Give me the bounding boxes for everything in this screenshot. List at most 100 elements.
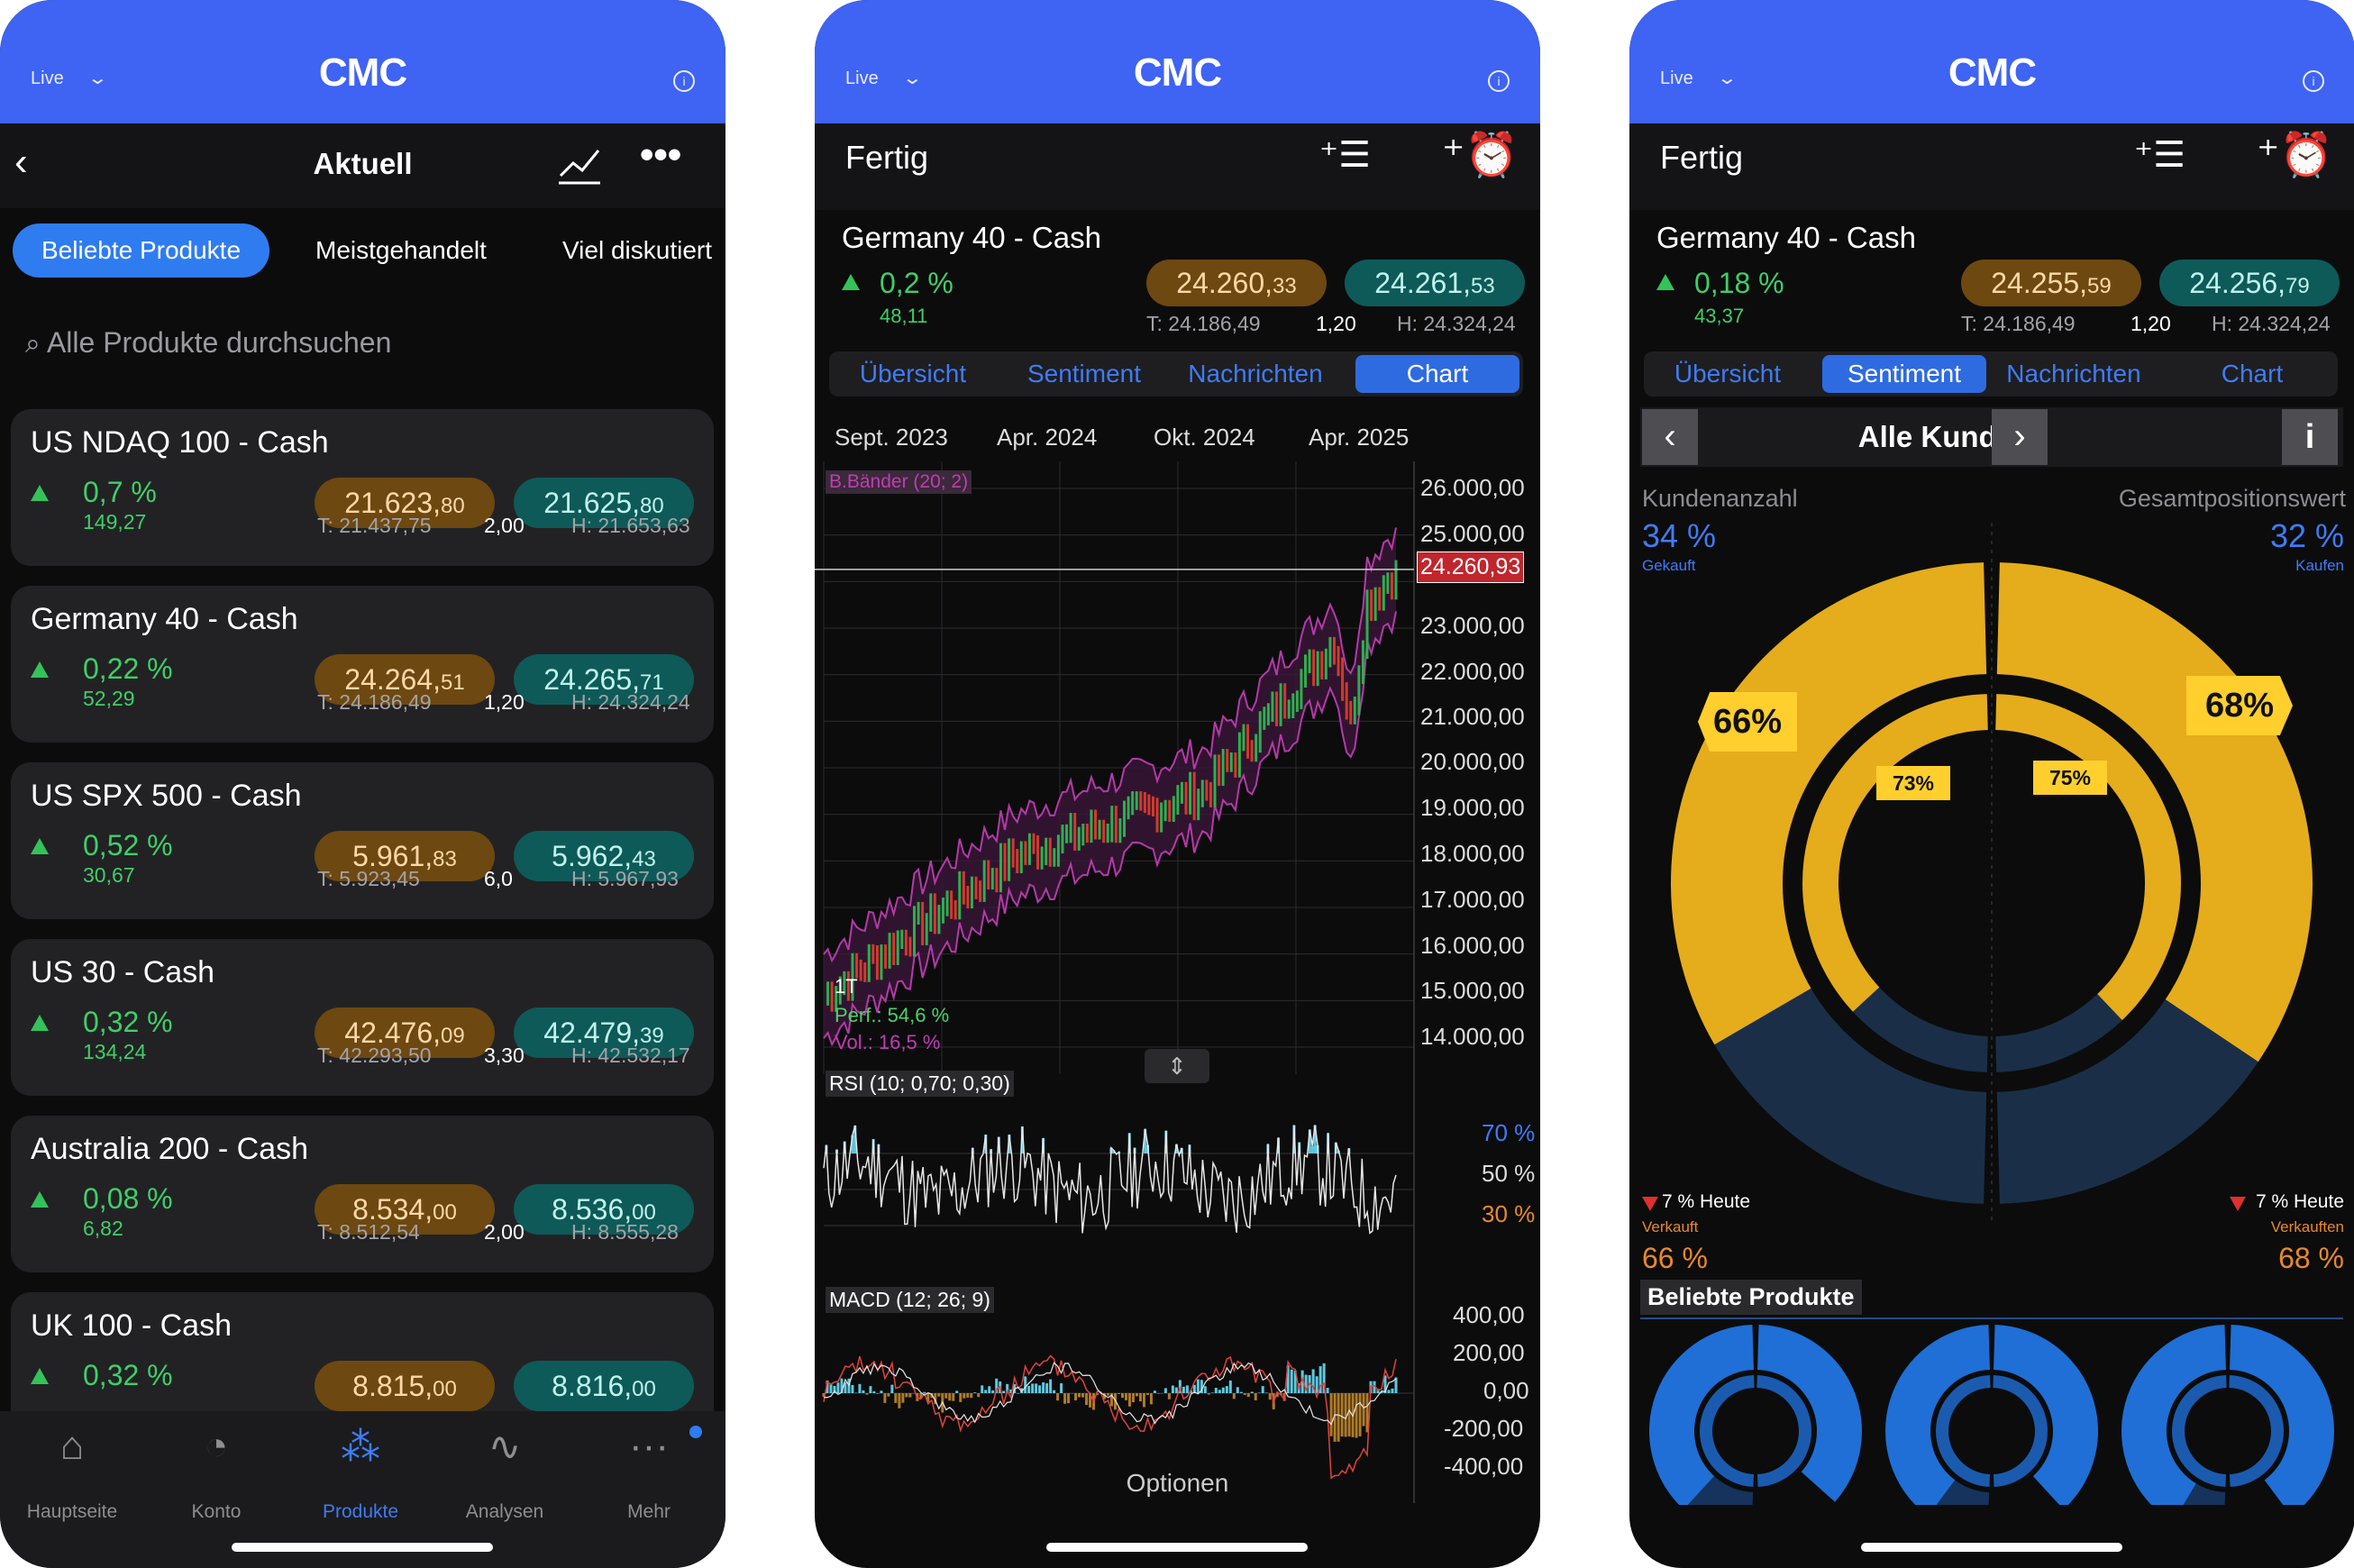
- up-triangle-icon: [842, 274, 860, 290]
- day-high: H: 5.967,93: [571, 867, 679, 890]
- up-triangle-icon: [31, 838, 49, 854]
- product-card[interactable]: Australia 200 - Cash 0,08 % 6,82 8.534,00 8.…: [11, 1116, 714, 1272]
- info-square-icon[interactable]: i: [2282, 409, 2338, 465]
- tab-hauptseite[interactable]: Hauptseite: [0, 1501, 144, 1523]
- subtab-nachrichten[interactable]: Nachrichten: [1990, 355, 2158, 393]
- products-grid-icon[interactable]: ⁂: [288, 1424, 433, 1470]
- tab-mehr[interactable]: Mehr: [577, 1501, 721, 1523]
- tab-meistgehandelt[interactable]: Meistgehandelt: [315, 223, 487, 278]
- home-indicator: [232, 1543, 493, 1552]
- sell-price-button[interactable]: 24.260,33: [1146, 260, 1327, 306]
- buy-price-button[interactable]: 24.256,79: [2159, 260, 2340, 306]
- search-bar[interactable]: ⌕ Alle Produkte durchsuchen: [25, 326, 391, 360]
- bollinger-upper: [823, 527, 1397, 963]
- price-tick: 20.000,00: [1420, 748, 1525, 775]
- subtab-sentiment[interactable]: Sentiment: [1822, 355, 1986, 393]
- day-low: T: 24.186,49: [1146, 312, 1261, 335]
- time-label: Apr. 2025: [1309, 424, 1410, 451]
- search-input[interactable]: Alle Produkte durchsuchen: [47, 326, 391, 359]
- subtab-chart[interactable]: Chart: [1355, 355, 1519, 393]
- day-high: H: 24.324,24: [1397, 312, 1516, 335]
- spread: 2,00: [484, 514, 525, 537]
- info-icon[interactable]: i: [673, 70, 695, 92]
- home-icon[interactable]: ⌂: [0, 1424, 144, 1469]
- macd-line: [823, 1354, 1397, 1480]
- add-watchlist-icon[interactable]: ⁺☰: [1319, 134, 1371, 176]
- product-card[interactable]: Germany 40 - Cash 0,22 % 52,29 24.264,51 24.…: [11, 586, 714, 743]
- popular-product-donut[interactable]: [2121, 1325, 2334, 1505]
- product-card[interactable]: US 30 - Cash 0,32 % 134,24 42.476,09 42.479,…: [11, 939, 714, 1096]
- left-inner-badge: 73%: [1876, 766, 1950, 800]
- time-label: Okt. 2024: [1154, 424, 1255, 451]
- next-arrow-icon[interactable]: ›: [1992, 409, 2048, 465]
- options-button[interactable]: Optionen: [815, 1469, 1540, 1498]
- spread: 1,20: [1316, 312, 1356, 335]
- popular-product-donut[interactable]: [1649, 1325, 1862, 1505]
- product-name: UK 100 - Cash: [31, 1308, 232, 1343]
- spread: 6,0: [484, 867, 513, 890]
- left-today-change: 7 % Heute: [1662, 1191, 1751, 1212]
- done-button[interactable]: Fertig: [1660, 139, 1743, 177]
- subtab-uebersicht[interactable]: Übersicht: [1647, 355, 1808, 393]
- add-alarm-icon[interactable]: ⁺⏰: [2257, 129, 2333, 180]
- status-bar: Live ⌄ CMC i: [0, 0, 725, 123]
- product-name: Germany 40 - Cash: [31, 602, 298, 636]
- add-alarm-icon[interactable]: ⁺⏰: [1442, 129, 1519, 180]
- tab-produkte[interactable]: Produkte: [288, 1501, 433, 1523]
- info-icon[interactable]: i: [1488, 70, 1510, 92]
- subtab-uebersicht[interactable]: Übersicht: [833, 355, 993, 393]
- tab-konto[interactable]: Konto: [144, 1501, 288, 1523]
- macd-tick: 0,00: [1483, 1377, 1529, 1404]
- tab-viel-diskutiert[interactable]: Viel diskutiert: [562, 223, 725, 278]
- buy-price-button[interactable]: 24.261,53: [1345, 260, 1525, 306]
- spread: 2,00: [484, 1220, 525, 1244]
- tab-beliebte-produkte[interactable]: Beliebte Produkte: [13, 223, 270, 278]
- prev-arrow-icon[interactable]: ‹: [1642, 409, 1698, 465]
- sell-price-button[interactable]: 8.815,00: [315, 1361, 495, 1411]
- chart-icon[interactable]: [557, 145, 602, 185]
- done-button[interactable]: Fertig: [845, 139, 928, 177]
- day-high: H: 21.653,63: [571, 514, 690, 537]
- instrument-name: Germany 40 - Cash: [1656, 221, 1916, 254]
- bb-label: B.Bänder (20; 2): [826, 470, 972, 494]
- price-tick: 17.000,00: [1420, 886, 1525, 913]
- sell-price-button[interactable]: 24.255,59: [1961, 260, 2141, 306]
- subtab-nachrichten[interactable]: Nachrichten: [1172, 355, 1339, 393]
- day-low: T: 24.186,49: [317, 690, 432, 714]
- nav-bar: ‹ Aktuell •••: [0, 123, 725, 208]
- subtab-chart[interactable]: Chart: [2170, 355, 2334, 393]
- price-tick: 21.000,00: [1420, 703, 1525, 730]
- macd-label: MACD (12; 26; 9): [826, 1287, 994, 1313]
- up-triangle-icon: [31, 1368, 49, 1384]
- right-sold-pct: 68 %: [2278, 1242, 2344, 1274]
- phone-sentiment: Live ⌄ CMC i Fertig ⁺☰ ⁺⏰ Germany 40 - C…: [1629, 0, 2354, 1568]
- change-pct: 0,18 %: [1694, 267, 1784, 299]
- more-dots-icon[interactable]: •••: [640, 132, 681, 178]
- account-gauge-icon[interactable]: ◔: [144, 1424, 288, 1469]
- left-sold-pct: 66 %: [1642, 1242, 1708, 1274]
- day-low: T: 5.923,45: [317, 867, 420, 890]
- day-low: T: 8.512,54: [317, 1220, 420, 1244]
- price-tick: 19.000,00: [1420, 794, 1525, 821]
- popular-products-donuts[interactable]: [1629, 1325, 2354, 1505]
- subtab-sentiment[interactable]: Sentiment: [1004, 355, 1164, 393]
- day-low: T: 24.186,49: [1961, 312, 2076, 335]
- nav-bar: Fertig ⁺☰ ⁺⏰: [815, 123, 1540, 210]
- right-today-change: 7 % Heute: [2255, 1191, 2344, 1212]
- analysis-wave-icon[interactable]: ∿: [433, 1424, 577, 1470]
- rsi-tick: 30 %: [1482, 1200, 1536, 1227]
- buy-price-button[interactable]: 8.816,00: [514, 1361, 694, 1411]
- product-card[interactable]: US NDAQ 100 - Cash 0,7 % 149,27 21.623,80 21…: [11, 409, 714, 566]
- tab-analysen[interactable]: Analysen: [433, 1501, 577, 1523]
- product-card[interactable]: US SPX 500 - Cash 0,52 % 30,67 5.961,83 5.96…: [11, 762, 714, 919]
- add-watchlist-icon[interactable]: ⁺☰: [2134, 134, 2185, 176]
- search-icon: ⌕: [25, 329, 41, 359]
- up-triangle-icon: [1656, 274, 1674, 290]
- info-icon[interactable]: i: [2303, 70, 2324, 92]
- popular-product-donut[interactable]: [1885, 1325, 2098, 1505]
- up-triangle-icon: [31, 1015, 49, 1031]
- change-abs: 6,82: [83, 1217, 123, 1240]
- cmc-logo: CMC: [1948, 50, 2037, 95]
- vol-label: Vol.: 16,5 %: [835, 1031, 941, 1053]
- change-pct: 0,32 %: [83, 1006, 173, 1038]
